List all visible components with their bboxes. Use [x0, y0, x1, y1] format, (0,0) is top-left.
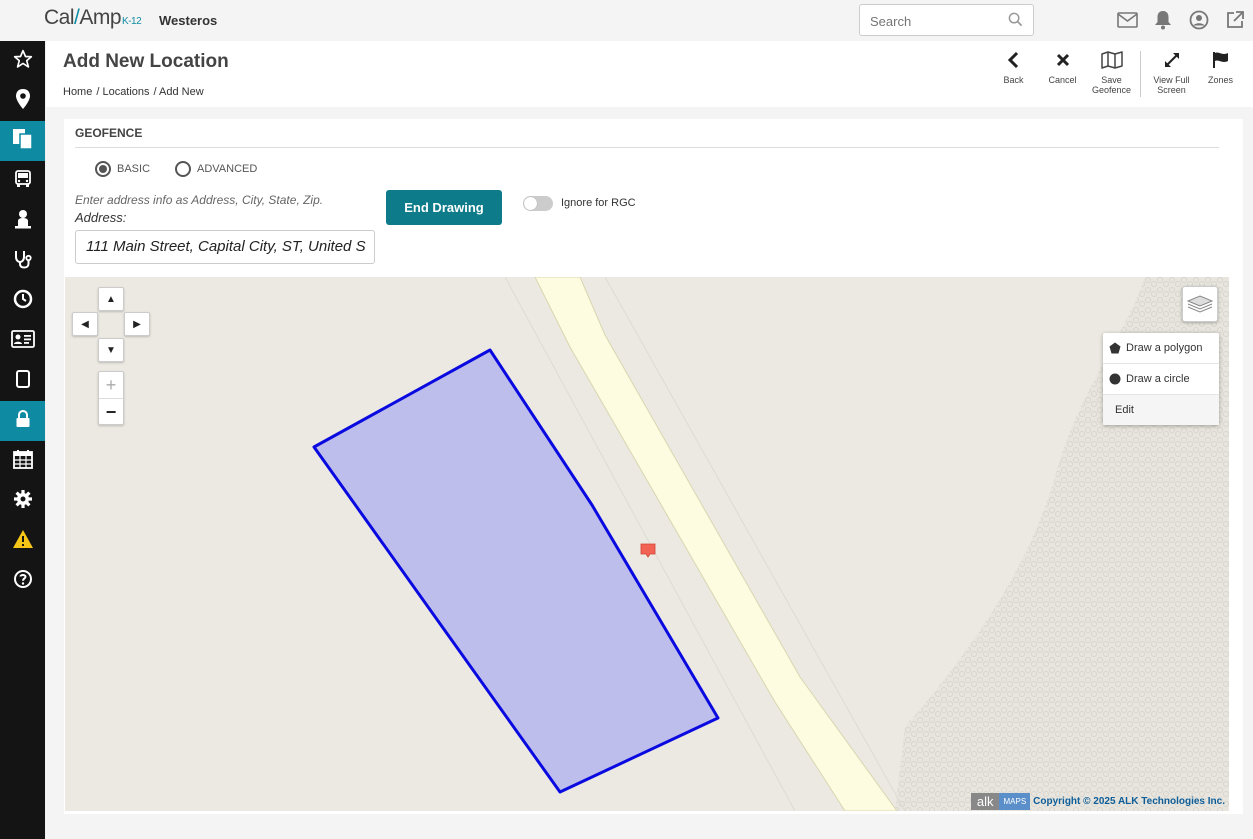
pan-up-button[interactable]: ▲ [98, 287, 124, 311]
end-drawing-button[interactable]: End Drawing [386, 190, 502, 225]
sidebar-item-buses[interactable] [0, 161, 45, 201]
sidebar-item-calendar[interactable] [0, 441, 45, 481]
zoom-control: + − [98, 371, 124, 425]
draw-circle-button[interactable]: Draw a circle [1103, 364, 1219, 395]
sidebar-item-help[interactable] [0, 561, 45, 601]
map-copyright[interactable]: Copyright © 2025 ALK Technologies Inc. [1033, 796, 1225, 807]
address-hint: Enter address info as Address, City, Sta… [75, 193, 324, 207]
breadcrumb: Home / Locations / Add New [63, 86, 208, 98]
zones-button[interactable]: Zones [1196, 51, 1245, 97]
sidebar-item-cards[interactable] [0, 321, 45, 361]
bell-icon[interactable] [1152, 9, 1174, 31]
arrow-down-icon: ▼ [106, 344, 116, 356]
geofence-card: GEOFENCE BASIC ADVANCED Enter address in… [64, 119, 1243, 814]
search-box [859, 4, 1034, 37]
top-bar: Cal/AmpK-12 Westeros [0, 0, 1253, 42]
arrow-left-icon: ◀ [81, 318, 89, 330]
address-label: Address: [75, 210, 127, 225]
cancel-button[interactable]: Cancel [1038, 51, 1087, 97]
breadcrumb-add-new: / Add New [153, 86, 204, 98]
user-icon[interactable] [1188, 9, 1210, 31]
toolbar-divider [1140, 51, 1141, 97]
view-full-screen-button[interactable]: View Full Screen [1147, 51, 1196, 97]
ignore-rgc-toggle[interactable] [523, 196, 553, 211]
layers-icon [1187, 295, 1213, 313]
main-content: Add New Location Home / Locations / Add Ne… [46, 41, 1253, 839]
student-icon [14, 209, 32, 234]
arrow-up-icon: ▲ [106, 293, 116, 305]
help-icon [13, 569, 33, 594]
mode-basic-radio[interactable]: BASIC [95, 161, 150, 177]
sidebar-item-devices[interactable] [0, 361, 45, 401]
save-geofence-button[interactable]: Save Geofence [1087, 51, 1136, 97]
sidebar-item-documents[interactable] [0, 121, 45, 161]
draw-polygon-button[interactable]: Draw a polygon [1103, 333, 1219, 364]
sidebar-item-favorites[interactable] [0, 41, 45, 81]
draw-tools-menu: Draw a polygon Draw a circle Edit [1103, 333, 1219, 425]
back-button[interactable]: Back [989, 51, 1038, 97]
map-pin-icon [15, 88, 31, 114]
sidebar-item-history[interactable] [0, 281, 45, 321]
sidebar-item-settings[interactable] [0, 481, 45, 521]
stethoscope-icon [13, 249, 33, 274]
clock-icon [13, 289, 33, 314]
bus-icon [13, 169, 33, 194]
sidebar-item-students[interactable] [0, 201, 45, 241]
sidebar [0, 41, 45, 839]
zoom-in-button[interactable]: + [99, 372, 123, 399]
mail-icon[interactable] [1116, 9, 1138, 31]
action-toolbar: Back Cancel Save Geofence View Full Scre… [989, 51, 1245, 97]
sidebar-item-locations[interactable] [0, 81, 45, 121]
mode-advanced-radio[interactable]: ADVANCED [175, 161, 257, 177]
sidebar-item-security[interactable] [0, 401, 45, 441]
geofence-layer [312, 348, 720, 794]
geofence-polygon[interactable] [312, 348, 720, 794]
flag-icon [1212, 52, 1228, 68]
page-title: Add New Location [63, 51, 229, 72]
map-canvas[interactable]: ▲ ◀ ▶ ▼ + − Draw a polygon Draw a circle [65, 277, 1229, 811]
pan-left-button[interactable]: ◀ [72, 312, 98, 336]
edit-shape-button[interactable]: Edit [1103, 395, 1219, 425]
search-input[interactable] [860, 5, 1012, 37]
geofence-section-title: GEOFENCE [75, 126, 143, 140]
address-input[interactable]: 111 Main Street, Capital City, ST, Unite… [75, 230, 375, 264]
external-link-icon[interactable] [1224, 9, 1246, 31]
close-icon [1056, 53, 1069, 67]
search-icon[interactable] [1008, 12, 1023, 32]
section-divider [75, 147, 1219, 148]
gear-icon [13, 489, 33, 514]
pan-down-button[interactable]: ▼ [98, 338, 124, 362]
documents-icon [12, 128, 34, 155]
location-marker-icon[interactable] [640, 543, 656, 558]
circle-icon [1109, 373, 1121, 385]
radio-unselected-icon [175, 161, 191, 177]
alk-logo: alk [970, 793, 1000, 810]
calendar-icon [12, 449, 33, 474]
layers-button[interactable] [1182, 286, 1218, 322]
breadcrumb-home[interactable]: Home [63, 86, 92, 98]
breadcrumb-locations[interactable]: / Locations [96, 86, 149, 98]
calamp-logo[interactable]: Cal/AmpK-12 [44, 6, 142, 30]
organization-name: Westeros [159, 13, 218, 28]
id-card-icon [10, 329, 35, 353]
sidebar-item-health[interactable] [0, 241, 45, 281]
pan-right-button[interactable]: ▶ [124, 312, 150, 336]
page-header: Add New Location Home / Locations / Add Ne… [46, 41, 1253, 107]
ignore-rgc-label: Ignore for RGC [561, 197, 636, 209]
sidebar-item-alerts[interactable] [0, 521, 45, 561]
radio-selected-icon [95, 161, 111, 177]
arrow-right-icon: ▶ [133, 318, 141, 330]
map-attribution: alk MAPS Copyright © 2025 ALK Technologi… [970, 793, 1225, 810]
warning-icon [12, 529, 34, 554]
alk-maps-badge: MAPS [999, 793, 1031, 810]
expand-icon [1164, 53, 1179, 67]
tablet-icon [15, 369, 30, 393]
star-icon [13, 49, 33, 74]
chevron-left-icon [1007, 51, 1018, 69]
lock-icon [15, 409, 31, 433]
map-icon [1100, 51, 1123, 69]
zoom-out-button[interactable]: − [99, 399, 123, 425]
polygon-icon [1109, 342, 1121, 354]
